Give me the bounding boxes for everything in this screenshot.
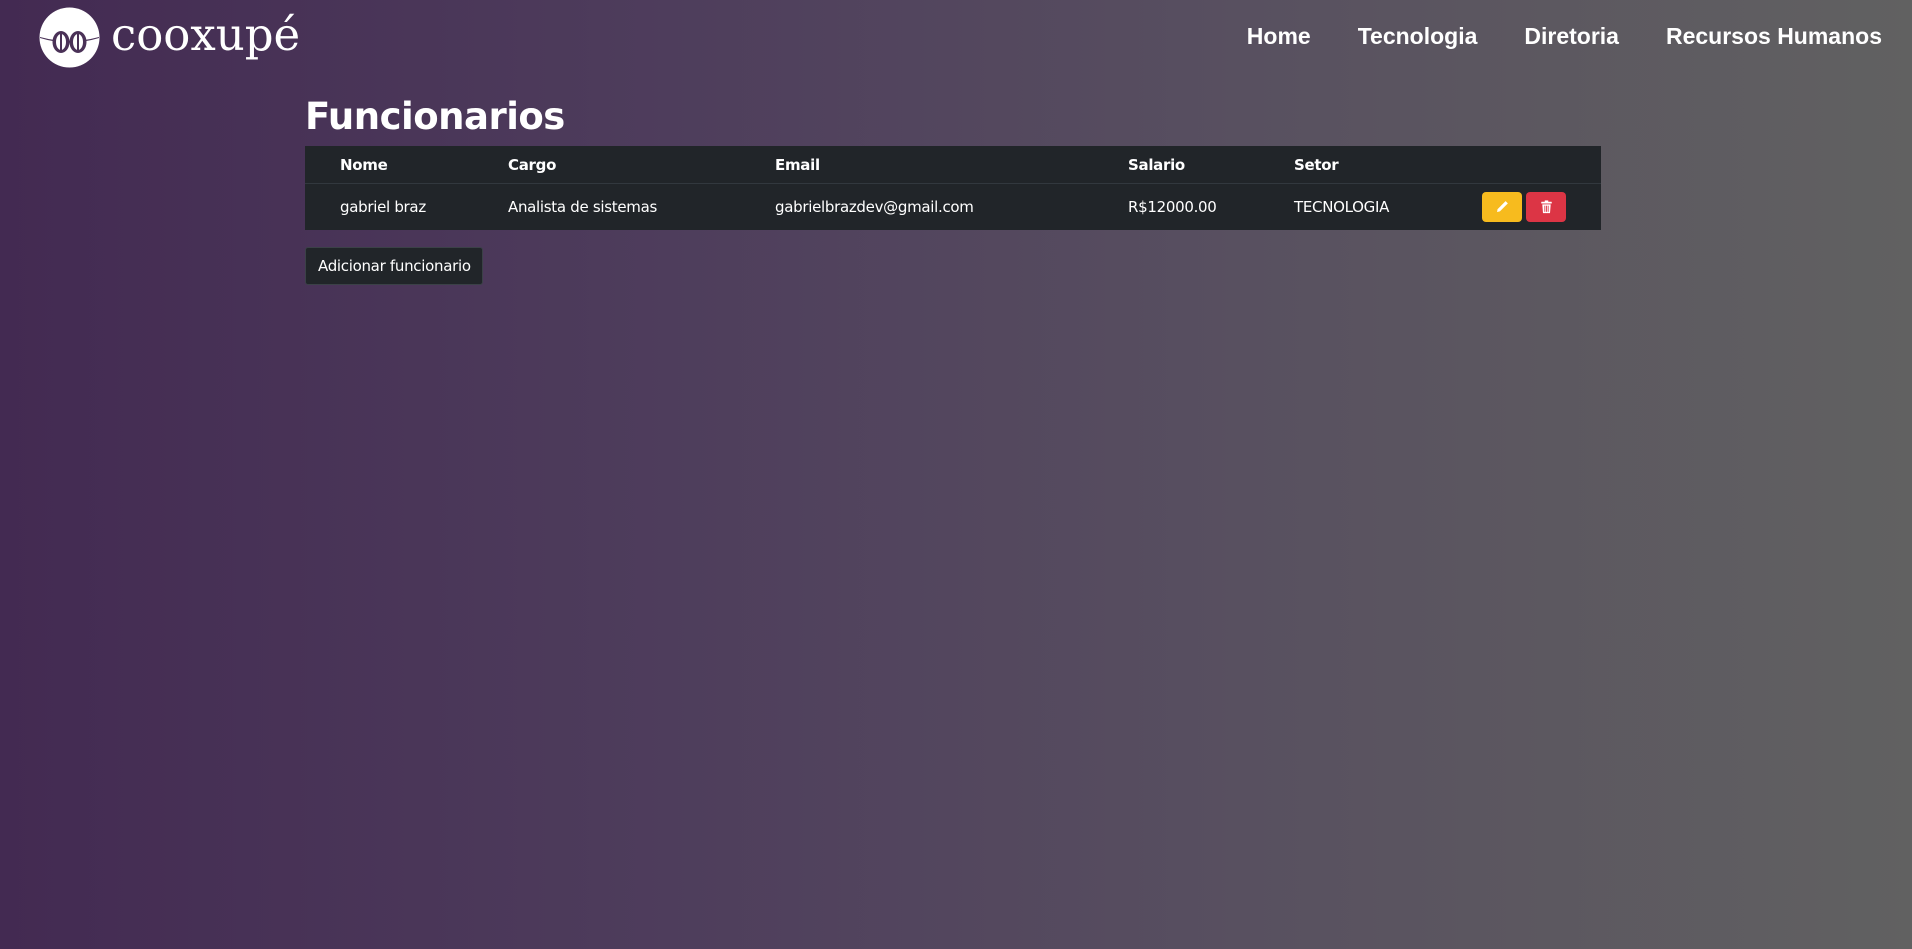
- edit-button[interactable]: [1482, 192, 1522, 222]
- navbar: cooxupé Home Tecnologia Diretoria Recurs…: [0, 0, 1912, 74]
- column-header-actions: [1482, 146, 1601, 184]
- cell-actions: [1482, 184, 1601, 231]
- table-header-row: Nome Cargo Email Salario Setor: [305, 146, 1601, 184]
- column-header-salario: Salario: [1128, 146, 1294, 184]
- column-header-email: Email: [775, 146, 1128, 184]
- cooxupe-logo-icon: [39, 7, 100, 67]
- pencil-icon: [1497, 201, 1508, 212]
- row-actions: [1482, 192, 1601, 222]
- page-title: Funcionarios: [305, 95, 565, 138]
- nav-link-home[interactable]: Home: [1247, 20, 1311, 52]
- delete-button[interactable]: [1526, 192, 1566, 222]
- cell-salario: R$12000.00: [1128, 198, 1217, 216]
- column-header-setor: Setor: [1294, 146, 1482, 184]
- trash-icon: [1540, 200, 1552, 214]
- nav-link-diretoria[interactable]: Diretoria: [1524, 20, 1619, 52]
- cell-nome: gabriel braz: [340, 198, 426, 216]
- add-employee-button[interactable]: Adicionar funcionario: [305, 247, 483, 285]
- cell-email: gabrielbrazdev@gmail.com: [775, 198, 974, 216]
- main-content: Funcionarios Nome Cargo Email Salario Se…: [305, 88, 1601, 285]
- nav-link-tecnologia[interactable]: Tecnologia: [1358, 20, 1478, 52]
- column-header-nome: Nome: [305, 146, 508, 184]
- main-nav: Home Tecnologia Diretoria Recursos Human…: [1200, 20, 1882, 52]
- brand-name: cooxupé: [111, 7, 301, 61]
- nav-link-recursos-humanos[interactable]: Recursos Humanos: [1666, 20, 1882, 52]
- brand[interactable]: cooxupé: [39, 7, 300, 67]
- cell-cargo: Analista de sistemas: [508, 198, 657, 216]
- table-row: gabriel braz Analista de sistemas gabrie…: [305, 184, 1601, 231]
- employees-table: Nome Cargo Email Salario Setor gabriel b…: [305, 146, 1601, 230]
- column-header-cargo: Cargo: [508, 146, 775, 184]
- cell-setor: TECNOLOGIA: [1294, 198, 1390, 216]
